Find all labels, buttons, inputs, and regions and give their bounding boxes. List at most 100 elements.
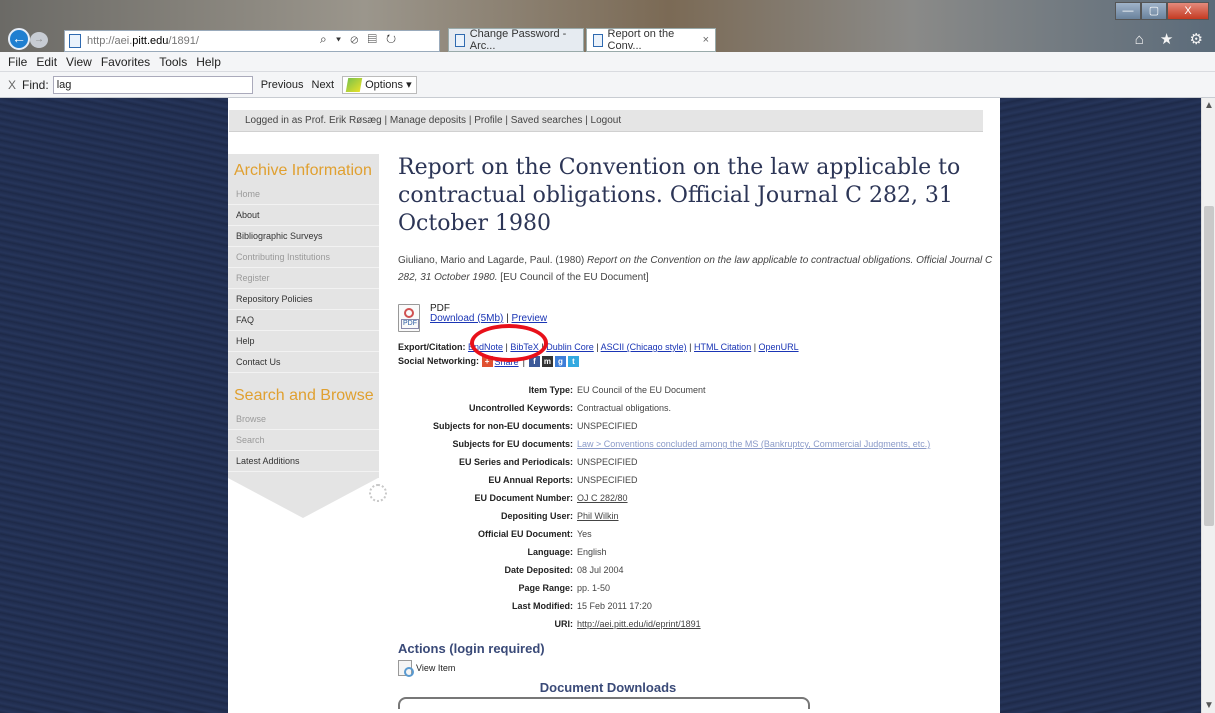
myspace-icon[interactable]: m	[541, 356, 553, 368]
find-options-button[interactable]: Options ▾	[342, 75, 417, 94]
download-link[interactable]: Download (5Mb)	[430, 313, 503, 324]
forward-button[interactable]: →	[30, 32, 48, 48]
sidebar-item-repository-policies[interactable]: Repository Policies	[228, 289, 379, 310]
find-previous-button[interactable]: Previous	[261, 79, 304, 91]
export-label: Export/Citation:	[398, 342, 466, 352]
metadata-value: 15 Feb 2011 17:20	[577, 601, 652, 612]
sidebar-item-about[interactable]: About	[228, 205, 379, 226]
metadata-row: Language: English	[398, 543, 998, 561]
main-content: Report on the Convention on the law appl…	[398, 154, 998, 710]
metadata-value: UNSPECIFIED	[577, 457, 638, 468]
tab-report[interactable]: Report on the Conv... ×	[586, 28, 716, 52]
sidebar-item-search[interactable]: Search	[228, 430, 379, 451]
address-tools-icons[interactable]: ⌕ ▾ ⊘ ▤ ↻	[320, 32, 399, 47]
menu-edit[interactable]: Edit	[36, 55, 57, 69]
metadata-key: Official EU Document:	[477, 529, 573, 540]
find-label: Find:	[22, 77, 49, 92]
separator: |	[503, 313, 512, 324]
maximize-button[interactable]: ▢	[1141, 2, 1167, 20]
login-bar[interactable]: Logged in as Prof. Erik Røsæg | Manage d…	[229, 110, 983, 132]
sidebar-item-latest-additions[interactable]: Latest Additions	[228, 451, 379, 472]
export-html-citation-link[interactable]: HTML Citation	[694, 342, 751, 352]
document-downloads-heading: Document Downloads	[539, 680, 677, 696]
metadata-key: Item Type:	[528, 385, 573, 396]
sidebar-item-home[interactable]: Home	[228, 184, 379, 205]
archive-info-block: Archive Information Home About Bibliogra…	[228, 154, 379, 478]
google-icon[interactable]: g	[554, 356, 566, 368]
metadata-row: Subjects for EU documents: Law > Conventi…	[398, 435, 998, 453]
scroll-thumb[interactable]	[1204, 206, 1214, 526]
menu-file[interactable]: File	[8, 55, 27, 69]
sidebar-item-browse[interactable]: Browse	[228, 409, 379, 430]
minimize-button[interactable]: —	[1115, 2, 1141, 20]
export-ascii-link[interactable]: ASCII (Chicago style)	[601, 342, 687, 352]
page-content: Logged in as Prof. Erik Røsæg | Manage d…	[228, 98, 1000, 713]
sidebar-item-register[interactable]: Register	[228, 268, 379, 289]
metadata-key: Last Modified:	[512, 601, 573, 612]
metadata-row: Date Deposited: 08 Jul 2004	[398, 561, 998, 579]
metadata-value[interactable]: Phil Wilkin	[577, 511, 619, 521]
menu-view[interactable]: View	[66, 55, 92, 69]
metadata-row: Official EU Document: Yes	[398, 525, 998, 543]
metadata-value[interactable]: http://aei.pitt.edu/id/eprint/1891	[577, 619, 701, 629]
tab-close-icon[interactable]: ×	[703, 34, 709, 46]
pdf-ring-icon	[404, 308, 414, 318]
close-window-button[interactable]: X	[1167, 2, 1209, 20]
metadata-value: English	[577, 547, 607, 558]
metadata-value: UNSPECIFIED	[577, 475, 638, 486]
back-button[interactable]: ←	[8, 28, 30, 50]
twitter-icon[interactable]: t	[567, 356, 579, 368]
export-openurl-link[interactable]: OpenURL	[759, 342, 799, 352]
scroll-down-icon[interactable]: ▼	[1204, 700, 1214, 711]
sidebar-item-contact-us[interactable]: Contact Us	[228, 352, 379, 373]
metadata-row: URI: http://aei.pitt.edu/id/eprint/1891	[398, 615, 998, 633]
metadata-key: Uncontrolled Keywords:	[468, 403, 573, 414]
home-favorites-settings-icons[interactable]: ⌂ ★ ⚙	[1135, 30, 1209, 48]
sidebar-item-contributing-institutions[interactable]: Contributing Institutions	[228, 247, 379, 268]
metadata-key: Subjects for non-EU documents:	[432, 421, 573, 432]
metadata-key: Page Range:	[518, 583, 573, 594]
background-pattern-left	[0, 98, 228, 713]
menu-help[interactable]: Help	[196, 55, 221, 69]
tab-change-password[interactable]: Change Password - Arc...	[448, 28, 584, 52]
export-dublin-core-link[interactable]: Dublin Core	[546, 342, 594, 352]
metadata-value[interactable]: OJ C 282/80	[577, 493, 628, 503]
metadata-key: Date Deposited:	[504, 565, 573, 576]
menu-tools[interactable]: Tools	[159, 55, 187, 69]
menu-favorites[interactable]: Favorites	[101, 55, 150, 69]
metadata-row: EU Annual Reports: UNSPECIFIED	[398, 471, 998, 489]
tab-label: Report on the Conv...	[607, 28, 675, 52]
sidebar-arrow	[228, 478, 387, 518]
sidebar-item-bibliographic-surveys[interactable]: Bibliographic Surveys	[228, 226, 379, 247]
metadata-key: Language:	[527, 547, 573, 558]
background-pattern-right	[999, 98, 1201, 713]
metadata-key: URI:	[554, 619, 574, 630]
close-find-icon[interactable]: X	[8, 78, 16, 92]
find-input[interactable]: lag	[52, 75, 253, 94]
pdf-file-icon[interactable]: PDF	[398, 304, 420, 332]
metadata-value[interactable]: Law > Conventions concluded among the MS…	[577, 439, 930, 449]
metadata-row: EU Document Number: OJ C 282/80	[398, 489, 998, 507]
page-icon	[69, 34, 81, 48]
view-item-icon[interactable]	[398, 660, 414, 678]
metadata-value: Contractual obligations.	[577, 403, 672, 414]
actions-heading: Actions (login required)	[398, 641, 545, 657]
metadata-value: Yes	[577, 529, 592, 540]
metadata-row: Item Type: EU Council of the EU Document	[398, 381, 998, 399]
scroll-up-icon[interactable]: ▲	[1204, 100, 1214, 111]
vertical-scrollbar[interactable]: ▲ ▼	[1201, 98, 1215, 713]
metadata-value: 08 Jul 2004	[577, 565, 624, 576]
view-item-row[interactable]: View Item	[398, 660, 998, 678]
view-item-label[interactable]: View Item	[416, 663, 455, 673]
document-downloads-box	[398, 697, 810, 710]
metadata-row: Uncontrolled Keywords: Contractual obliga…	[398, 399, 998, 417]
find-next-button[interactable]: Next	[312, 79, 335, 91]
sidebar-item-help[interactable]: Help	[228, 331, 379, 352]
social-label: Social Networking:	[398, 356, 480, 366]
metadata-value: UNSPECIFIED	[577, 421, 638, 432]
sidebar-item-faq[interactable]: FAQ	[228, 310, 379, 331]
preview-link[interactable]: Preview	[512, 313, 548, 324]
window-controls: — ▢ X	[1115, 2, 1209, 20]
pdf-icon-label: PDF	[401, 319, 419, 329]
metadata-row: EU Series and Periodicals: UNSPECIFIED	[398, 453, 998, 471]
